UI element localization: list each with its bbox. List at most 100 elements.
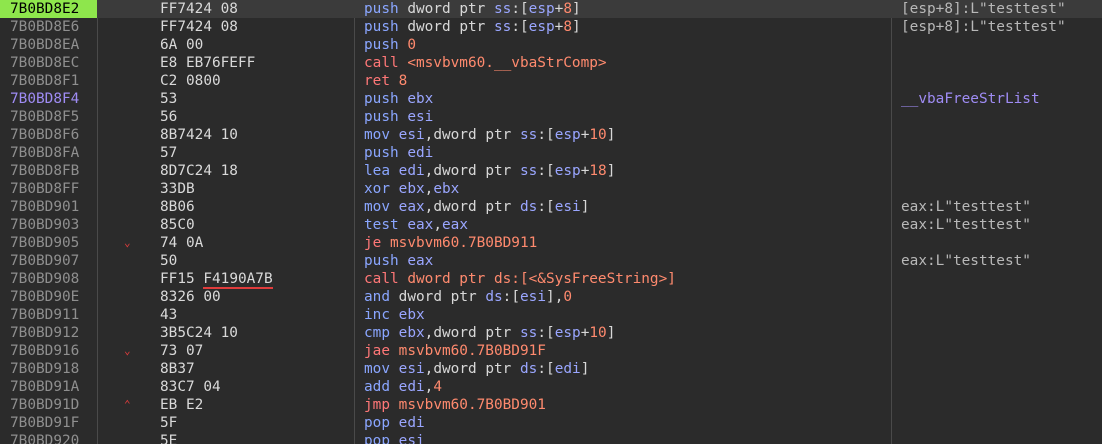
pointer-bytes[interactable]: F4190A7B	[203, 271, 273, 289]
address-cell[interactable]: 7B0BD8E2	[0, 0, 97, 18]
instruction-row[interactable]: 7B0BD916 ⌄ 73 07 jae msvbvm60.7B0BD91F	[0, 342, 1102, 360]
bytes-cell[interactable]: 33DB	[160, 180, 355, 198]
bytes-cell[interactable]: 57	[160, 144, 355, 162]
instruction-row[interactable]: 7B0BD90E 8326 00 and dword ptr ds:[esi],0	[0, 288, 1102, 306]
bytes-cell[interactable]: E8 EB76FEFF	[160, 54, 355, 72]
instruction-cell[interactable]: jae msvbvm60.7B0BD91F	[364, 342, 892, 360]
instruction-row[interactable]: 7B0BD8FB 8D7C24 18 lea edi,dword ptr ss:[e…	[0, 162, 1102, 180]
instruction-cell[interactable]: pop esi	[364, 432, 892, 444]
comment-cell[interactable]	[901, 306, 1101, 324]
address-cell[interactable]: 7B0BD8EA	[0, 36, 97, 54]
instruction-row[interactable]: 7B0BD901 8B06 mov eax,dword ptr ds:[esi] ea…	[0, 198, 1102, 216]
instruction-cell[interactable]: call <msvbvm60.__vbaStrComp>	[364, 54, 892, 72]
bytes-cell[interactable]: FF15 F4190A7B	[160, 270, 355, 289]
comment-cell[interactable]	[901, 414, 1101, 432]
address-cell[interactable]: 7B0BD8FA	[0, 144, 97, 162]
bytes-cell[interactable]: FF7424 08	[160, 18, 355, 36]
address-cell[interactable]: 7B0BD916	[0, 342, 97, 360]
bytes-cell[interactable]: 85C0	[160, 216, 355, 234]
comment-cell[interactable]	[901, 54, 1101, 72]
instruction-cell[interactable]: mov eax,dword ptr ds:[esi]	[364, 198, 892, 216]
instruction-cell[interactable]: je msvbvm60.7B0BD911	[364, 234, 892, 252]
instruction-cell[interactable]: inc ebx	[364, 306, 892, 324]
bytes-cell[interactable]: 73 07	[160, 342, 355, 360]
label-comment[interactable]: __vbaFreeStrList	[901, 90, 1101, 108]
instruction-row[interactable]: 7B0BD8EA 6A 00 push 0	[0, 36, 1102, 54]
address-cell[interactable]: 7B0BD905	[0, 234, 97, 252]
address-cell[interactable]: 7B0BD8F6	[0, 126, 97, 144]
bytes-cell[interactable]: 50	[160, 252, 355, 270]
address-cell[interactable]: 7B0BD920	[0, 432, 97, 444]
instruction-row[interactable]: 7B0BD91A 83C7 04 add edi,4	[0, 378, 1102, 396]
jump-up-arrow-icon[interactable]: ⌃	[124, 396, 144, 414]
instruction-cell[interactable]: push edi	[364, 144, 892, 162]
instruction-row[interactable]: 7B0BD911 43 inc ebx	[0, 306, 1102, 324]
jump-down-arrow-icon[interactable]: ⌄	[124, 342, 144, 360]
comment-cell[interactable]	[901, 72, 1101, 90]
bytes-cell[interactable]: 43	[160, 306, 355, 324]
instruction-row[interactable]: 7B0BD912 3B5C24 10 cmp ebx,dword ptr ss:[e…	[0, 324, 1102, 342]
instruction-cell[interactable]: push 0	[364, 36, 892, 54]
comment-cell[interactable]	[901, 432, 1101, 444]
bytes-cell[interactable]: C2 0800	[160, 72, 355, 90]
address-cell[interactable]: 7B0BD8FF	[0, 180, 97, 198]
comment-cell[interactable]	[901, 126, 1101, 144]
instruction-cell[interactable]: add edi,4	[364, 378, 892, 396]
address-cell[interactable]: 7B0BD901	[0, 198, 97, 216]
instruction-cell[interactable]: push dword ptr ss:[esp+8]	[364, 0, 892, 18]
disassembly-view[interactable]: 7B0BD8E2 FF7424 08 push dword ptr ss:[esp+…	[0, 0, 1102, 444]
bytes-cell[interactable]: 8B06	[160, 198, 355, 216]
bytes-cell[interactable]: 8B37	[160, 360, 355, 378]
comment-cell[interactable]	[901, 396, 1101, 414]
address-cell[interactable]: 7B0BD912	[0, 324, 97, 342]
address-cell[interactable]: 7B0BD8FB	[0, 162, 97, 180]
jump-down-arrow-icon[interactable]: ⌄	[124, 234, 144, 252]
address-cell[interactable]: 7B0BD91F	[0, 414, 97, 432]
instruction-cell[interactable]: jmp msvbvm60.7B0BD901	[364, 396, 892, 414]
comment-cell[interactable]	[901, 378, 1101, 396]
instruction-cell[interactable]: push ebx	[364, 90, 892, 108]
comment-cell[interactable]	[901, 180, 1101, 198]
instruction-cell[interactable]: test eax,eax	[364, 216, 892, 234]
instruction-cell[interactable]: push eax	[364, 252, 892, 270]
instruction-row[interactable]: 7B0BD8F4 53 push ebx __vbaFreeStrList	[0, 90, 1102, 108]
bytes-cell[interactable]: 53	[160, 90, 355, 108]
instruction-row[interactable]: 7B0BD905 ⌄ 74 0A je msvbvm60.7B0BD911	[0, 234, 1102, 252]
comment-cell[interactable]	[901, 360, 1101, 378]
instruction-row[interactable]: 7B0BD903 85C0 test eax,eax eax:L"testtest"	[0, 216, 1102, 234]
bytes-cell[interactable]: 8B7424 10	[160, 126, 355, 144]
instruction-cell[interactable]: xor ebx,ebx	[364, 180, 892, 198]
instruction-row[interactable]: 7B0BD8E6 FF7424 08 push dword ptr ss:[esp+…	[0, 18, 1102, 36]
instruction-cell[interactable]: lea edi,dword ptr ss:[esp+18]	[364, 162, 892, 180]
instruction-cell[interactable]: and dword ptr ds:[esi],0	[364, 288, 892, 306]
comment-cell[interactable]: eax:L"testtest"	[901, 252, 1101, 270]
address-cell[interactable]: 7B0BD8EC	[0, 54, 97, 72]
comment-cell[interactable]	[901, 162, 1101, 180]
instruction-cell[interactable]: ret 8	[364, 72, 892, 90]
instruction-cell[interactable]: pop edi	[364, 414, 892, 432]
address-cell[interactable]: 7B0BD91A	[0, 378, 97, 396]
instruction-cell[interactable]: mov esi,dword ptr ss:[esp+10]	[364, 126, 892, 144]
instruction-cell[interactable]: call dword ptr ds:[<&SysFreeString>]	[364, 270, 892, 288]
instruction-row[interactable]: 7B0BD8E2 FF7424 08 push dword ptr ss:[esp+…	[0, 0, 1102, 18]
instruction-row[interactable]: 7B0BD920 5E pop esi	[0, 432, 1102, 444]
bytes-cell[interactable]: 3B5C24 10	[160, 324, 355, 342]
address-cell[interactable]: 7B0BD8F5	[0, 108, 97, 126]
address-cell[interactable]: 7B0BD8E6	[0, 18, 97, 36]
instruction-row[interactable]: 7B0BD8FA 57 push edi	[0, 144, 1102, 162]
comment-cell[interactable]: [esp+8]:L"testtest"	[901, 0, 1101, 18]
instruction-row[interactable]: 7B0BD918 8B37 mov esi,dword ptr ds:[edi]	[0, 360, 1102, 378]
instruction-cell[interactable]: cmp ebx,dword ptr ss:[esp+10]	[364, 324, 892, 342]
instruction-row[interactable]: 7B0BD8F5 56 push esi	[0, 108, 1102, 126]
comment-cell[interactable]	[901, 234, 1101, 252]
instruction-row[interactable]: 7B0BD8EC E8 EB76FEFF call <msvbvm60.__vbaS…	[0, 54, 1102, 72]
bytes-cell[interactable]: FF7424 08	[160, 0, 355, 18]
address-cell[interactable]: 7B0BD91D	[0, 396, 97, 414]
address-cell[interactable]: 7B0BD911	[0, 306, 97, 324]
comment-cell[interactable]	[901, 270, 1101, 288]
comment-cell[interactable]	[901, 324, 1101, 342]
bytes-cell[interactable]: 5E	[160, 432, 355, 444]
comment-cell[interactable]: eax:L"testtest"	[901, 216, 1101, 234]
comment-cell[interactable]	[901, 36, 1101, 54]
instruction-cell[interactable]: push dword ptr ss:[esp+8]	[364, 18, 892, 36]
